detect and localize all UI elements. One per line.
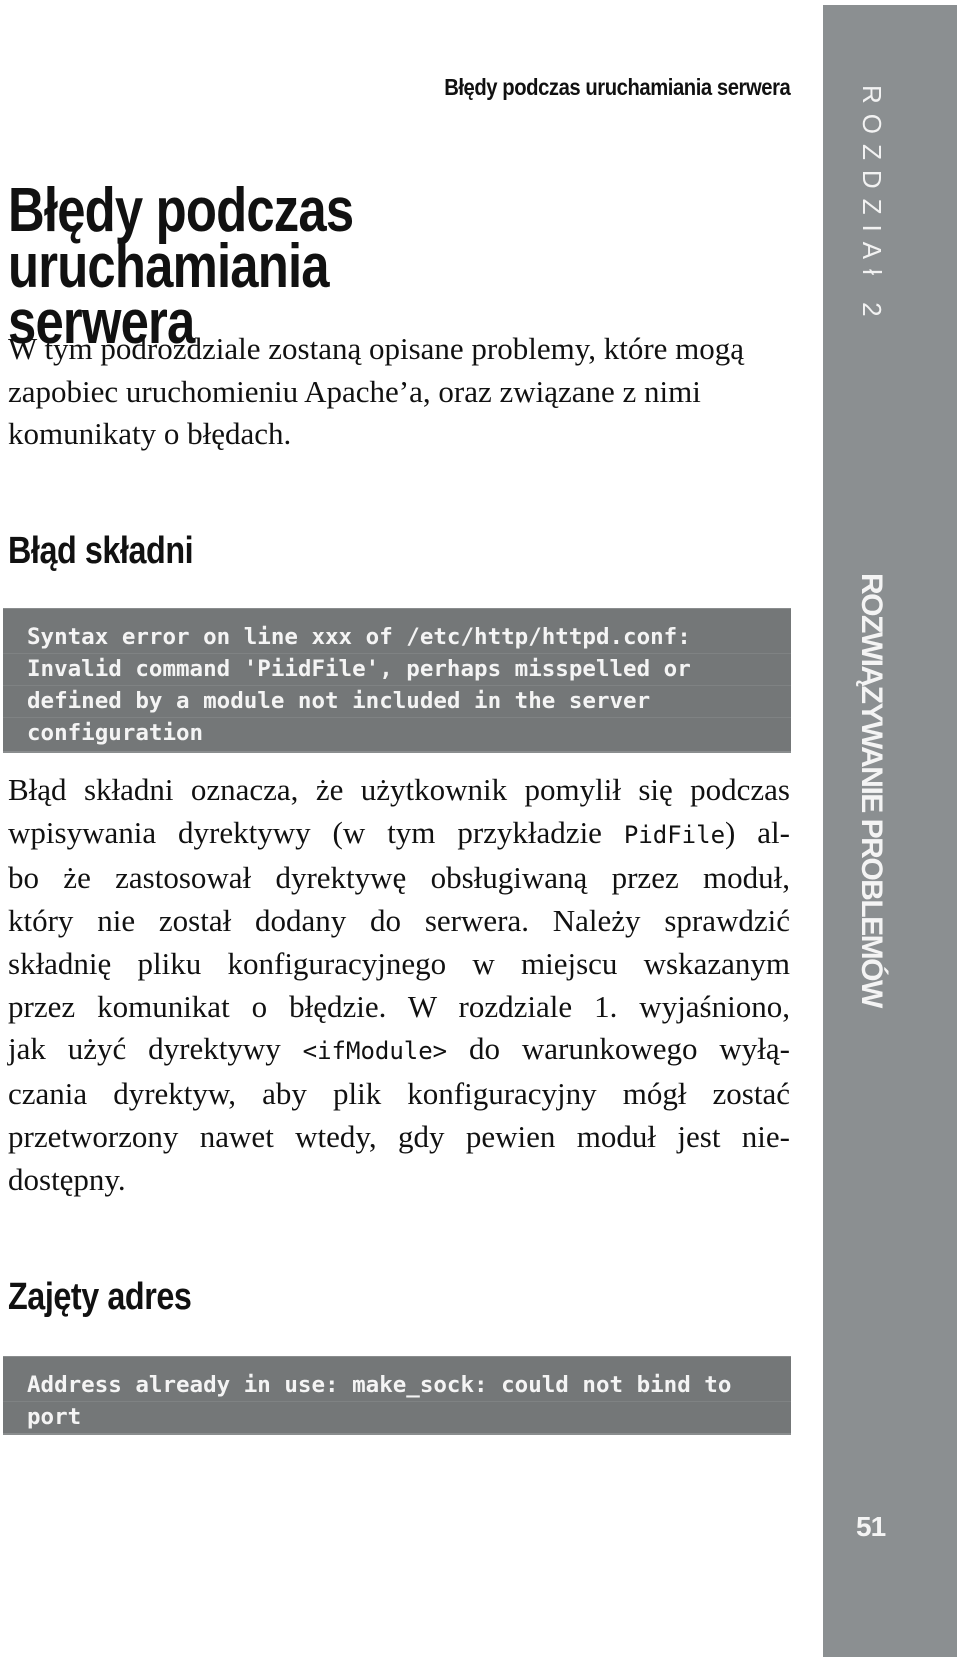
inline-code: PidFile <box>623 820 726 849</box>
code-block-syntax-error: Syntax error on line xxx of /etc/http/ht… <box>3 608 791 753</box>
body-text-segment: który nie został dodany do serwera. Nale… <box>8 902 790 938</box>
body-paragraph-syntax-error: Błąd składni oznacza, że użytkownik pomy… <box>8 769 790 1202</box>
body-text-segment: jak użyć dyrektywy <box>8 1031 303 1067</box>
body-text-segment: czania dyrektyw, aby plik konfiguracyjny… <box>8 1076 790 1112</box>
body-text-segment: przez komunikat o błędzie. W rozdziale 1… <box>8 988 790 1024</box>
body-text-segment: wpisywania dyrektywy (w tym przykładzie <box>8 814 624 850</box>
body-line: wpisywania dyrektywy (w tym przykładzie … <box>8 812 790 857</box>
code-line: port <box>27 1404 82 1430</box>
body-line: bo że zastosował dyrektywę obsługiwaną p… <box>8 857 790 900</box>
section-heading-address-in-use: Zajęty adres <box>8 1276 192 1318</box>
body-line: przez komunikat o błędzie. W rozdziale 1… <box>8 986 790 1029</box>
body-text-segment: bo że zastosował dyrektywę obsługiwaną p… <box>8 859 790 895</box>
code-line: defined by a module not included in the … <box>3 686 791 718</box>
body-line: Błąd składni oznacza, że użytkownik pomy… <box>8 769 790 812</box>
inline-code: <ifModule> <box>302 1037 448 1066</box>
chapter-label: ROZDZIAł 2 <box>857 85 887 327</box>
body-text-segment: przetworzony nawet wtedy, gdy pewien mod… <box>8 1119 790 1155</box>
section-heading-syntax-error: Błąd składni <box>8 530 194 572</box>
intro-paragraph: W tym podrozdziale zostaną opisane probl… <box>8 331 745 451</box>
body-line: jak użyć dyrektywy <ifModule> do warunko… <box>8 1028 790 1073</box>
code-line: configuration <box>27 720 204 746</box>
code-block-address-in-use: Address already in use: make_sock: could… <box>3 1356 791 1435</box>
chapter-thumb-tab: ROZDZIAł 2 ROZWIĄZYWANIE PROBLEMÓW 51 <box>823 5 957 1657</box>
body-text-segment: dostępny. <box>8 1162 126 1198</box>
page-title-line-1: Błędy podczas uruchamiania <box>8 176 354 301</box>
page-title: Błędy podczas uruchamiania serwera <box>8 180 680 354</box>
code-line: Invalid command 'PiidFile', perhaps miss… <box>3 654 791 686</box>
section-label: ROZWIĄZYWANIE PROBLEMÓW <box>855 573 888 1007</box>
body-text-segment: Błąd składni oznacza, że użytkownik pomy… <box>8 772 790 807</box>
code-line: Syntax error on line xxx of /etc/http/ht… <box>3 622 791 654</box>
running-header: Błędy podczas uruchamiania serwera <box>443 74 791 100</box>
body-text-segment: składnię pliku konfiguracyjnego w miejsc… <box>8 945 790 981</box>
body-text-segment: ) al- <box>725 814 790 850</box>
page-number: 51 <box>856 1511 886 1542</box>
body-line: dostępny. <box>8 1159 790 1202</box>
body-line: który nie został dodany do serwera. Nale… <box>8 900 790 943</box>
body-line: składnię pliku konfiguracyjnego w miejsc… <box>8 943 790 986</box>
code-line: Address already in use: make_sock: could… <box>3 1370 791 1402</box>
body-line: przetworzony nawet wtedy, gdy pewien mod… <box>8 1116 790 1159</box>
body-text-segment: do warunkowego wyłą- <box>447 1031 790 1067</box>
body-line: czania dyrektyw, aby plik konfiguracyjny… <box>8 1073 790 1116</box>
